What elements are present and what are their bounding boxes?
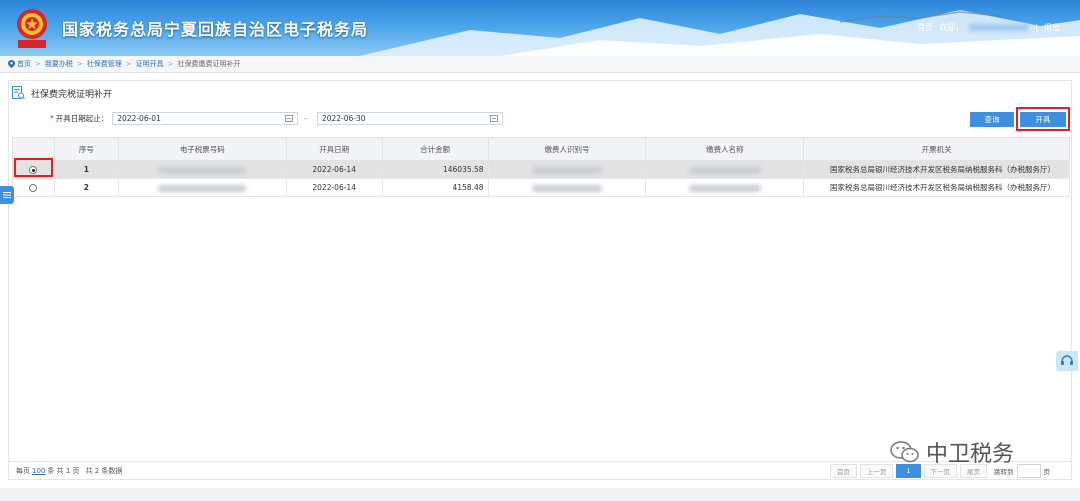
jump-page-input[interactable]	[1016, 464, 1041, 478]
customer-service-tab[interactable]	[1056, 351, 1078, 371]
calendar-icon[interactable]	[489, 115, 498, 122]
site-title: 国家税务总局宁夏回族自治区电子税务局	[62, 20, 369, 39]
per-page-select[interactable]: 100	[32, 467, 45, 475]
query-button[interactable]: 查询	[970, 112, 1014, 127]
first-page-button[interactable]: 首页	[829, 464, 857, 478]
bottom-bar	[0, 488, 1080, 501]
row-date: 2022-06-14	[285, 178, 383, 197]
table-row[interactable]: 2 2022-06-14 4158.48 国家税务总局银川经济技术开发区税务局纳…	[12, 178, 1070, 197]
tax-emblem-icon	[17, 9, 47, 48]
row-amount: 146035.58	[381, 160, 489, 179]
row-ticket-no	[117, 178, 287, 197]
row-payer-name	[645, 160, 805, 179]
highlight-box-issue	[1016, 107, 1070, 131]
date-filter: * 开具日期起止： 2022-06-01 - 2022-06-30	[50, 112, 503, 125]
row-payer-name	[645, 178, 805, 197]
wechat-icon	[890, 441, 919, 463]
page-unit: 页	[1043, 468, 1051, 476]
col-issue-date: 开具日期	[285, 137, 383, 161]
breadcrumb-home[interactable]: 首页	[17, 59, 31, 69]
certificate-table: 序号 电子税票号码 开具日期 合计金额 缴费人识别号 缴费人名称 开票机关 1 …	[12, 137, 1070, 197]
highlight-box-radio	[14, 158, 53, 177]
breadcrumb-tax[interactable]: 我要办税	[45, 59, 73, 69]
document-search-icon	[12, 86, 25, 100]
headset-icon	[1061, 355, 1073, 365]
row-org: 国家税务总局银川经济技术开发区税务局纳税服务科（办税服务厅）	[803, 178, 1070, 197]
per-page-suffix: 条 共 1 页	[47, 467, 80, 475]
per-page-prefix: 每页	[16, 467, 30, 475]
required-mark: *	[50, 114, 54, 123]
breadcrumb-certificate[interactable]: 证明开具	[136, 59, 164, 69]
date-range-label: 开具日期起止：	[55, 114, 109, 123]
breadcrumb-current: 社保费缴费证明补开	[177, 60, 241, 68]
row-amount: 4158.48	[381, 178, 489, 197]
col-ticket-no: 电子税票号码	[117, 137, 287, 161]
header-separator: |	[1035, 23, 1038, 32]
row-org: 国家税务总局银川经济技术开发区税务局纳税服务科（办税服务厅）	[803, 160, 1070, 179]
page-title: 社保费完税证明补开	[31, 89, 113, 100]
date-from-value: 2022-06-01	[117, 114, 161, 123]
breadcrumb: 首页 > 我要办税 > 社保费管理 > 证明开具 > 社保费缴费证明补开	[0, 56, 1080, 73]
row-payer-id	[487, 178, 647, 197]
home-link[interactable]: 首页	[917, 22, 933, 33]
date-to-value: 2022-06-30	[321, 114, 366, 123]
row-payer-id	[487, 160, 647, 179]
menu-list-icon	[3, 192, 11, 198]
side-menu-tab[interactable]	[0, 186, 14, 204]
calendar-icon[interactable]	[285, 115, 294, 122]
watermark: 中卫税务	[890, 436, 1014, 468]
date-from-input[interactable]: 2022-06-01	[112, 112, 299, 125]
row-no: 2	[53, 178, 119, 197]
col-no: 序号	[53, 137, 119, 161]
table-header-row: 序号 电子税票号码 开具日期 合计金额 缴费人识别号 缴费人名称 开票机关	[12, 137, 1070, 161]
col-payer-id: 缴费人识别号	[487, 137, 647, 161]
page-title-row: 社保费完税证明补开	[12, 86, 112, 100]
col-amount: 合计金额	[381, 137, 489, 161]
breadcrumb-social-fee[interactable]: 社保费管理	[87, 59, 122, 69]
header-links: 首页 欢迎， | 退出	[917, 22, 1060, 33]
watermark-text: 中卫税务	[926, 442, 1015, 467]
prev-page-button[interactable]: 上一页	[859, 464, 894, 478]
location-pin-icon	[8, 60, 15, 68]
site-header: 国家税务总局宁夏回族自治区电子税务局 首页 欢迎， | 退出	[0, 0, 1080, 56]
col-issuing-org: 开票机关	[803, 137, 1070, 161]
col-payer-name: 缴费人名称	[645, 137, 805, 161]
logout-link[interactable]: 退出	[1044, 22, 1060, 33]
date-separator: -	[304, 114, 307, 123]
username-blurred	[969, 24, 1030, 31]
row-date: 2022-06-14	[285, 160, 383, 179]
welcome-text: 欢迎，	[939, 23, 964, 32]
date-to-input[interactable]: 2022-06-30	[316, 112, 503, 125]
table-row[interactable]: 1 2022-06-14 146035.58 国家税务总局银川经济技术开发区税务…	[12, 160, 1070, 179]
total-count: 共 2 条数据	[85, 467, 123, 475]
row-ticket-no	[117, 160, 287, 179]
row-radio[interactable]	[29, 184, 38, 192]
row-select-cell[interactable]	[12, 178, 55, 197]
row-no: 1	[53, 160, 119, 179]
